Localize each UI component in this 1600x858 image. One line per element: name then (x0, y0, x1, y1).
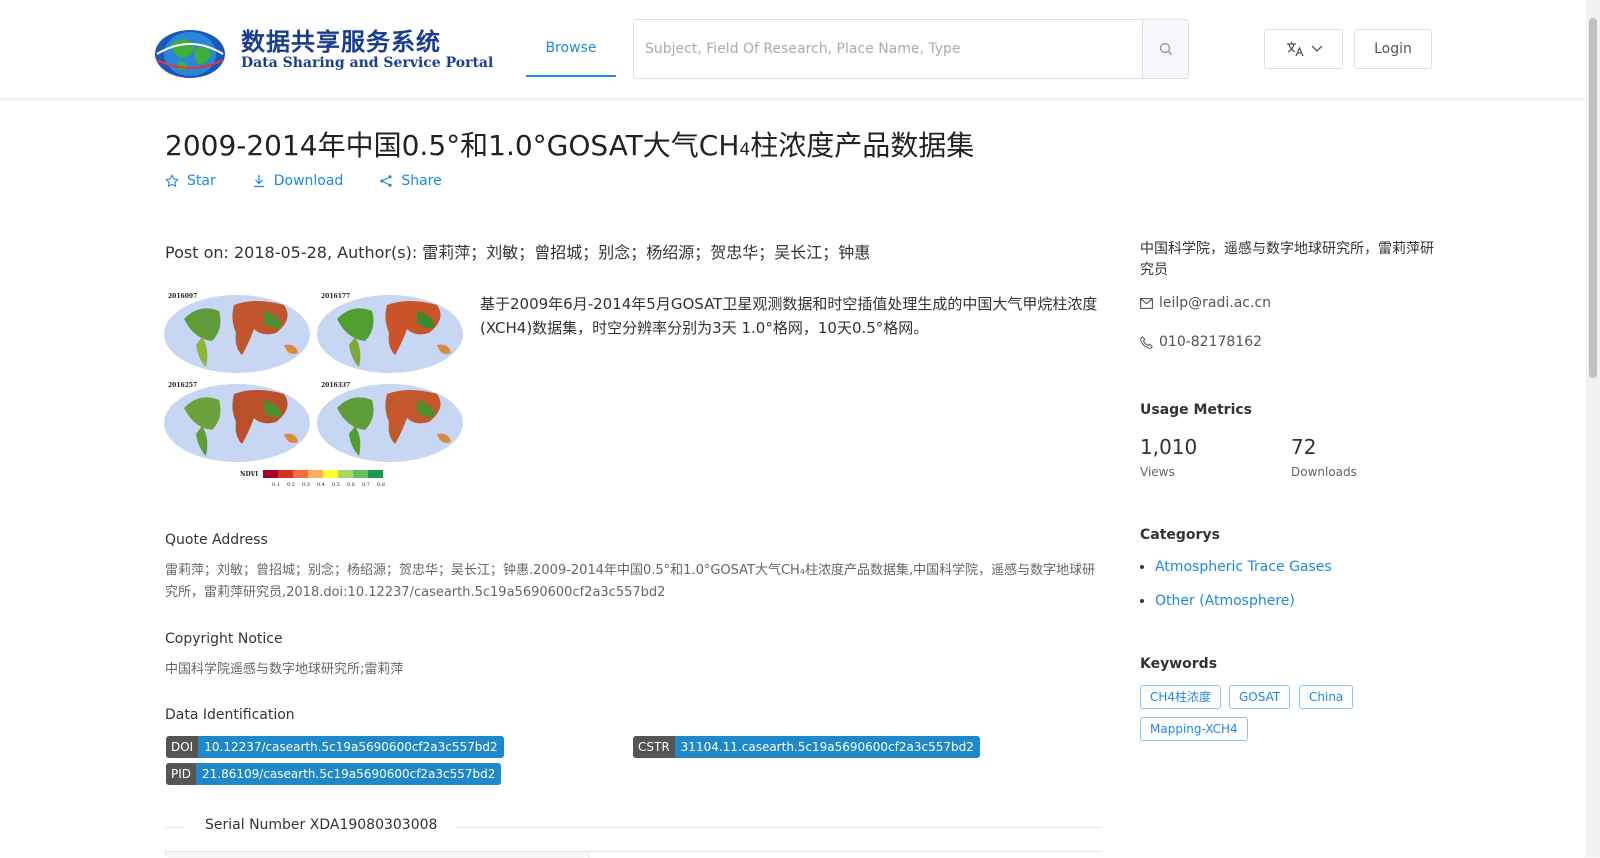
search-button[interactable] (1142, 20, 1188, 78)
contact-phone: 010-82178162 (1140, 334, 1262, 350)
data-identification-heading: Data Identification (165, 707, 295, 723)
usage-metrics-heading: Usage Metrics (1140, 402, 1252, 418)
translate-icon (1286, 42, 1304, 57)
pid-key: PID (166, 763, 197, 785)
download-button[interactable]: Download (252, 173, 344, 189)
dataset-actions: Star Download Share (165, 173, 478, 189)
category-link[interactable]: Other (Atmosphere) (1155, 593, 1295, 609)
views-count: 1,010 (1140, 435, 1198, 459)
copyright-text: 中国科学院遥感与数字地球研究所;雷莉萍 (165, 662, 404, 677)
page-scrollbar[interactable] (1586, 0, 1600, 857)
categories-heading: Categorys (1140, 527, 1220, 543)
divider-line (165, 827, 185, 828)
download-label: Download (273, 173, 344, 189)
institution-name: 中国科学院，遥感与数字地球研究所，雷莉萍研究员 (1140, 241, 1434, 278)
cstr-key: CSTR (633, 736, 675, 758)
quote-address-text: 雷莉萍；刘敏；曾招城；别念；杨绍源；贺忠华；吴长江；钟惠.2009-2014年中… (165, 563, 1096, 600)
map-label: 2016337 (321, 382, 350, 389)
keyword-tag[interactable]: China (1299, 685, 1354, 709)
language-dropdown[interactable] (1264, 29, 1343, 69)
map-label: 2016097 (168, 293, 197, 300)
top-navbar: 数据共享服务系统 Data Sharing and Service Portal… (0, 0, 1586, 98)
title-part: 2009-2014年中国0.5°和1.0°GOSAT大气CH (165, 129, 740, 162)
legend-tick: 0.5 (332, 482, 340, 488)
share-button[interactable]: Share (379, 173, 442, 189)
pid-badge[interactable]: PID 21.86109/casearth.5c19a5690600cf2a3c… (166, 763, 502, 785)
globe-logo-icon (155, 30, 225, 78)
bullet-icon (1140, 599, 1144, 603)
download-icon (253, 175, 264, 188)
keywords-heading: Keywords (1140, 656, 1218, 672)
category-item[interactable]: Atmospheric Trace Gases (1140, 559, 1332, 575)
tab-inactive[interactable] (588, 852, 1101, 858)
search-box (633, 19, 1189, 79)
nav-browse[interactable]: Browse (526, 19, 616, 77)
views-label: Views (1140, 465, 1175, 479)
legend-tick: 0.4 (317, 482, 325, 488)
cstr-value: 31104.11.casearth.5c19a5690600cf2a3c557b… (674, 736, 980, 758)
legend-tick: 0.2 (287, 482, 295, 488)
keyword-tag[interactable]: Mapping-XCH4 (1140, 717, 1248, 741)
tabs-header[interactable] (165, 851, 1101, 858)
keyword-tag[interactable]: CH4柱浓度 (1140, 685, 1222, 709)
star-label: Star (187, 173, 216, 189)
downloads-count: 72 (1291, 435, 1317, 459)
serial-number-divider: Serial Number XDA19080303008 (165, 817, 1101, 837)
map-panel (164, 295, 310, 373)
doi-badge[interactable]: DOI 10.12237/casearth.5c19a5690600cf2a3c… (166, 736, 504, 758)
cstr-badge[interactable]: CSTR 31104.11.casearth.5c19a5690600cf2a3… (633, 736, 980, 758)
phone-icon (1140, 335, 1153, 349)
star-button[interactable]: Star (165, 173, 216, 189)
email-text: leilp@radi.ac.cn (1159, 295, 1272, 311)
pid-value: 21.86109/casearth.5c19a5690600cf2a3c557b… (196, 763, 502, 785)
doi-key: DOI (166, 736, 199, 758)
bullet-icon (1140, 565, 1144, 569)
title-part: 柱浓度产品数据集 (750, 129, 975, 162)
dataset-description: 基于2009年6月-2014年5月GOSAT卫星观测数据和时空插值处理生成的中国… (480, 295, 1098, 337)
search-input[interactable] (634, 20, 1142, 78)
scrollbar-thumb[interactable] (1589, 18, 1597, 378)
category-item[interactable]: Other (Atmosphere) (1140, 593, 1295, 609)
serial-number: Serial Number XDA19080303008 (205, 817, 438, 833)
site-logo[interactable]: 数据共享服务系统 Data Sharing and Service Portal (153, 20, 493, 80)
map-panel (164, 384, 310, 462)
legend-tick: 0.7 (362, 482, 370, 488)
mail-icon (1140, 297, 1153, 309)
star-icon (165, 174, 179, 188)
views-metric: 1,010 Views (1140, 435, 1197, 479)
map-label: 2016177 (321, 293, 350, 300)
dataset-thumbnail[interactable]: 2016097 2016177 2016257 2016337 NDVI 0.1… (164, 289, 466, 489)
legend-tick: 0.6 (347, 482, 355, 488)
phone-text: 010-82178162 (1159, 334, 1263, 350)
legend-title: NDVI (240, 471, 258, 478)
post-info: Post on: 2018-05-28, Author(s): 雷莉萍；刘敏；曾… (165, 243, 871, 262)
downloads-metric: 72 Downloads (1291, 435, 1357, 479)
doi-value: 10.12237/casearth.5c19a5690600cf2a3c557b… (198, 736, 504, 758)
map-panel (317, 295, 463, 373)
downloads-label: Downloads (1291, 465, 1357, 479)
legend-tick: 0.1 (272, 482, 280, 488)
logo-title-en: Data Sharing and Service Portal (241, 55, 494, 71)
logo-title-cn: 数据共享服务系统 (241, 28, 441, 56)
dataset-title: 2009-2014年中国0.5°和1.0°GOSAT大气CH4柱浓度产品数据集 (165, 124, 974, 164)
keyword-tag[interactable]: GOSAT (1229, 685, 1291, 709)
search-icon (1159, 42, 1172, 55)
title-subscript: 4 (739, 140, 751, 160)
map-label: 2016257 (168, 382, 197, 389)
share-icon (380, 175, 392, 187)
quote-address-heading: Quote Address (165, 532, 268, 548)
divider-line (457, 827, 1101, 828)
legend-tick: 0.3 (302, 482, 310, 488)
legend-tick: 0.8 (377, 482, 385, 488)
chevron-down-icon (1311, 45, 1322, 52)
contact-email[interactable]: leilp@radi.ac.cn (1140, 295, 1271, 311)
copyright-heading: Copyright Notice (165, 631, 283, 647)
category-link[interactable]: Atmospheric Trace Gases (1155, 559, 1332, 575)
share-label: Share (401, 173, 442, 189)
map-panel (317, 384, 463, 462)
ndvi-legend-bar (263, 470, 383, 478)
login-button[interactable]: Login (1354, 29, 1432, 69)
